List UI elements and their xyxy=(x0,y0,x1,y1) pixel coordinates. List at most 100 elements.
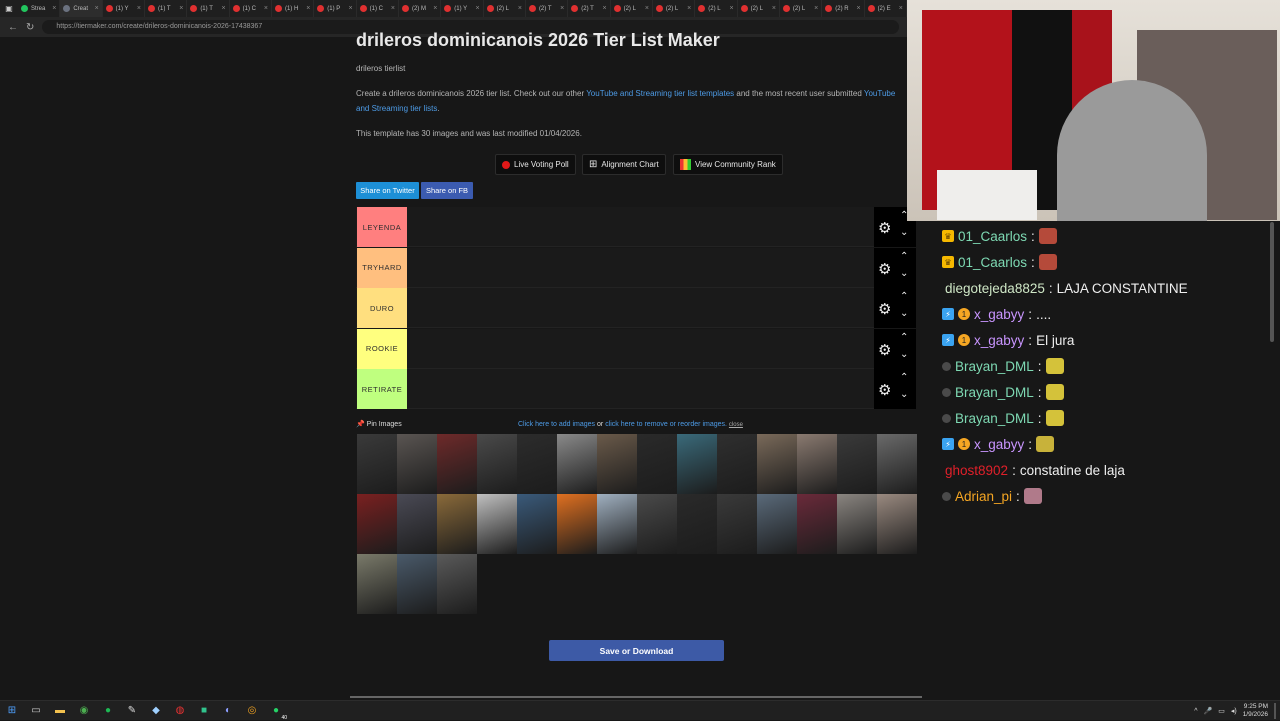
chrome-icon[interactable]: ◉ xyxy=(72,701,96,721)
chat-username[interactable]: 01_Caarlos xyxy=(958,255,1027,270)
browser-tab[interactable]: (1) T × xyxy=(187,0,230,17)
tab-close-icon[interactable]: × xyxy=(603,5,607,12)
browser-tab[interactable]: (2) L × xyxy=(611,0,653,17)
tier-row[interactable]: ROOKIE ⚙ ⌃ ⌄ xyxy=(356,328,916,369)
browser-tab[interactable]: (1) Y × xyxy=(441,0,484,17)
tier-image-thumbnail[interactable] xyxy=(437,494,477,554)
tray-chevron-icon[interactable]: ^ xyxy=(1194,708,1197,715)
tab-close-icon[interactable]: × xyxy=(518,5,522,12)
tier-image-thumbnail[interactable] xyxy=(397,494,437,554)
chat-scrollbar[interactable] xyxy=(1270,222,1274,342)
tab-close-icon[interactable]: × xyxy=(391,5,395,12)
save-download-button[interactable]: Save or Download xyxy=(549,640,724,661)
browser-tab[interactable]: (2) L × xyxy=(738,0,780,17)
tier-image-thumbnail[interactable] xyxy=(757,434,797,494)
tier-image-thumbnail[interactable] xyxy=(557,494,597,554)
chevron-down-icon[interactable]: ⌄ xyxy=(900,268,908,279)
tab-close-icon[interactable]: × xyxy=(264,5,268,12)
tier-image-thumbnail[interactable] xyxy=(397,434,437,494)
reload-icon[interactable]: ↻ xyxy=(26,22,34,33)
show-desktop-strip[interactable] xyxy=(1274,703,1276,719)
gear-icon[interactable]: ⚙ xyxy=(878,260,891,278)
gear-icon[interactable]: ⚙ xyxy=(878,381,891,399)
tab-close-icon[interactable]: × xyxy=(814,5,818,12)
recent-lists-link-b[interactable]: and Streaming tier lists xyxy=(356,104,437,113)
browser-tab[interactable]: (2) M × xyxy=(399,0,442,17)
share-facebook-button[interactable]: Share on FB xyxy=(421,182,473,199)
tab-close-icon[interactable]: × xyxy=(222,5,226,12)
tier-image-thumbnail[interactable] xyxy=(797,434,837,494)
live-voting-poll-button[interactable]: Live Voting Poll xyxy=(495,154,576,175)
tier-image-thumbnail[interactable] xyxy=(637,434,677,494)
tier-row[interactable]: DURO ⚙ ⌃ ⌄ xyxy=(356,288,916,328)
window-menu-icon[interactable]: ▣ xyxy=(0,0,18,17)
browser-tab[interactable]: (2) T × xyxy=(568,0,611,17)
tier-label[interactable]: DURO xyxy=(357,288,407,328)
close-link[interactable]: close xyxy=(729,422,743,428)
tier-label[interactable]: TRYHARD xyxy=(357,247,407,288)
tier-image-thumbnail[interactable] xyxy=(357,494,397,554)
tab-close-icon[interactable]: × xyxy=(560,5,564,12)
tier-row[interactable]: LEYENDA ⚙ ⌃ ⌄ xyxy=(356,207,916,247)
tier-image-thumbnail[interactable] xyxy=(757,494,797,554)
clock[interactable]: 9:25 PM 1/9/2026 xyxy=(1243,703,1268,719)
tier-image-thumbnail[interactable] xyxy=(717,434,757,494)
share-twitter-button[interactable]: Share on Twitter xyxy=(356,182,419,199)
tab-close-icon[interactable]: × xyxy=(856,5,860,12)
browser-tab[interactable]: (1) P × xyxy=(314,0,357,17)
browser-tab[interactable]: (2) L × xyxy=(653,0,696,17)
browser-tab[interactable]: (2) T × xyxy=(526,0,569,17)
tier-image-thumbnail[interactable] xyxy=(797,494,837,554)
tier-image-thumbnail[interactable] xyxy=(477,494,517,554)
volume-icon[interactable]: ◂) xyxy=(1231,707,1237,715)
browser-tab[interactable]: (2) R × xyxy=(822,0,865,17)
chevron-up-icon[interactable]: ⌃ xyxy=(900,372,908,383)
tier-image-thumbnail[interactable] xyxy=(397,554,437,614)
tier-image-thumbnail[interactable] xyxy=(597,494,637,554)
tab-close-icon[interactable]: × xyxy=(476,5,480,12)
tier-image-thumbnail[interactable] xyxy=(717,494,757,554)
chat-username[interactable]: diegotejeda8825 xyxy=(945,281,1045,296)
network-icon[interactable]: ▭ xyxy=(1218,707,1225,715)
horizontal-scrollbar[interactable] xyxy=(350,696,922,698)
chat-username[interactable]: x_gabyy xyxy=(974,437,1024,452)
tier-image-thumbnail[interactable] xyxy=(357,554,397,614)
browser-tab[interactable]: (2) L × xyxy=(695,0,738,17)
microphone-icon[interactable]: 🎤 xyxy=(1203,707,1212,715)
tier-image-thumbnail[interactable] xyxy=(557,434,597,494)
tier-image-thumbnail[interactable] xyxy=(637,494,677,554)
pin-images-toggle[interactable]: 📌 Pin Images xyxy=(356,420,402,428)
chevron-down-icon[interactable]: ⌄ xyxy=(900,227,908,238)
gear-icon[interactable]: ⚙ xyxy=(878,300,891,318)
chat-username[interactable]: Brayan_DML xyxy=(955,359,1034,374)
tab-close-icon[interactable]: × xyxy=(95,5,99,12)
obs-icon[interactable]: ◍ xyxy=(168,701,192,721)
chevron-up-icon[interactable]: ⌃ xyxy=(900,332,908,343)
chat-username[interactable]: Adrian_pi xyxy=(955,489,1012,504)
tab-close-icon[interactable]: × xyxy=(179,5,183,12)
whatsapp-icon[interactable]: ● 40 xyxy=(264,701,288,721)
start-icon[interactable]: ⊞ xyxy=(0,701,24,721)
chevron-down-icon[interactable]: ⌄ xyxy=(900,308,908,319)
tier-label[interactable]: RETIRATE xyxy=(357,369,407,409)
browser-tab[interactable]: Creat × xyxy=(60,0,103,17)
back-icon[interactable]: ← xyxy=(8,22,18,33)
steam-icon[interactable]: ◆ xyxy=(144,701,168,721)
chevron-down-icon[interactable]: ⌄ xyxy=(900,349,908,360)
browser-tab[interactable]: (1) Y × xyxy=(103,0,145,17)
spotify-icon[interactable]: ● xyxy=(96,701,120,721)
tier-label[interactable]: ROOKIE xyxy=(357,328,407,369)
chevron-up-icon[interactable]: ⌃ xyxy=(900,291,908,302)
tab-close-icon[interactable]: × xyxy=(772,5,776,12)
tier-image-thumbnail[interactable] xyxy=(437,554,477,614)
chat-username[interactable]: x_gabyy xyxy=(974,307,1024,322)
recent-lists-link-a[interactable]: YouTube xyxy=(864,89,895,98)
chat-username[interactable]: 01_Caarlos xyxy=(958,229,1027,244)
tier-image-thumbnail[interactable] xyxy=(517,494,557,554)
reorder-images-link[interactable]: click here to remove or reorder images. xyxy=(605,421,727,428)
browser-tab[interactable]: (2) E × xyxy=(865,0,907,17)
browser-tab[interactable]: (1) C × xyxy=(357,0,399,17)
chevron-down-icon[interactable]: ⌄ xyxy=(900,389,908,400)
templates-link[interactable]: YouTube and Streaming tier list template… xyxy=(586,89,734,98)
tier-image-thumbnail[interactable] xyxy=(437,434,477,494)
